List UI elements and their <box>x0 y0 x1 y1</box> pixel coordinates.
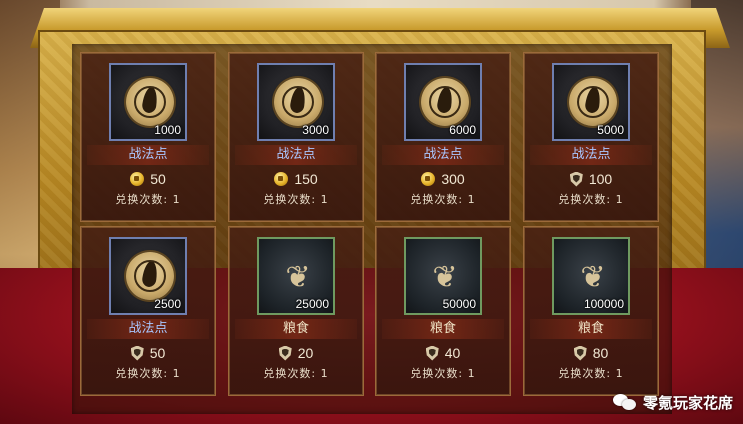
item-price: 50 <box>81 169 215 189</box>
shield-icon <box>569 171 583 187</box>
item-name: 战法点 <box>235 145 357 165</box>
item-quantity: 100000 <box>583 297 624 311</box>
coin-icon <box>421 172 436 186</box>
tactic-point-icon <box>274 78 322 126</box>
item-icon-frame: 3000 <box>257 63 335 141</box>
item-quantity: 2500 <box>154 297 181 311</box>
price-value: 300 <box>441 171 465 187</box>
item-price: 20 <box>229 343 363 363</box>
exchange-shop-panel: 1000 战法点 50 兑换次数: 1 3000 战法点 150 兑换次数: 1… <box>72 44 672 414</box>
item-price: 150 <box>229 169 363 189</box>
watermark: 零氪玩家花席 <box>612 388 733 416</box>
shop-item-card[interactable]: 6000 战法点 300 兑换次数: 1 <box>375 52 511 222</box>
shield-icon <box>425 345 439 361</box>
wechat-icon <box>612 392 637 412</box>
coin-icon <box>130 172 145 186</box>
coin-icon <box>274 172 289 186</box>
shop-item-card[interactable]: 3000 战法点 150 兑换次数: 1 <box>228 52 364 222</box>
tactic-point-icon <box>421 78 469 126</box>
item-quantity: 1000 <box>154 123 181 137</box>
shop-item-card[interactable]: 5000 战法点 100 兑换次数: 1 <box>523 52 659 222</box>
exchange-limit: 兑换次数: 1 <box>115 367 181 380</box>
grain-icon: ❦ <box>285 259 311 295</box>
exchange-limit: 兑换次数: 1 <box>410 367 476 380</box>
item-icon-frame: 6000 <box>404 63 482 141</box>
grain-icon: ❦ <box>432 259 458 295</box>
shop-item-card[interactable]: ❦ 50000 粮食 40 兑换次数: 1 <box>375 226 511 396</box>
item-icon-frame: ❦ 25000 <box>257 237 335 315</box>
watermark-text: 零氪玩家花席 <box>642 393 733 412</box>
tactic-point-icon <box>126 78 174 126</box>
item-quantity: 25000 <box>295 297 329 311</box>
shield-icon <box>130 345 144 361</box>
item-quantity: 6000 <box>449 123 476 137</box>
price-value: 20 <box>297 345 314 361</box>
price-value: 50 <box>149 345 166 361</box>
exchange-limit: 兑换次数: 1 <box>558 367 624 380</box>
tactic-point-icon <box>569 78 617 126</box>
shop-item-card[interactable]: ❦ 25000 粮食 20 兑换次数: 1 <box>228 226 364 396</box>
item-icon-frame: 5000 <box>552 63 630 141</box>
item-price: 80 <box>524 343 658 363</box>
item-name: 粮食 <box>530 319 652 339</box>
item-quantity: 50000 <box>442 297 476 311</box>
shield-icon <box>278 345 292 361</box>
exchange-limit: 兑换次数: 1 <box>558 193 624 206</box>
item-name: 战法点 <box>530 145 652 165</box>
price-value: 100 <box>588 171 613 187</box>
price-value: 150 <box>294 171 318 187</box>
tactic-point-icon <box>126 252 174 300</box>
item-name: 粮食 <box>382 319 504 339</box>
item-price: 50 <box>81 343 215 363</box>
price-value: 50 <box>150 171 166 187</box>
item-icon-frame: ❦ 100000 <box>552 237 630 315</box>
item-quantity: 3000 <box>302 123 329 137</box>
exchange-limit: 兑换次数: 1 <box>263 193 329 206</box>
item-icon-frame: ❦ 50000 <box>404 237 482 315</box>
exchange-limit: 兑换次数: 1 <box>263 367 329 380</box>
price-value: 80 <box>592 345 609 361</box>
item-price: 40 <box>376 343 510 363</box>
shield-icon <box>573 345 587 361</box>
item-name: 粮食 <box>235 319 357 339</box>
shop-item-card[interactable]: 2500 战法点 50 兑换次数: 1 <box>80 226 216 396</box>
price-value: 40 <box>444 345 461 361</box>
exchange-limit: 兑换次数: 1 <box>115 193 181 206</box>
grain-icon: ❦ <box>580 259 606 295</box>
item-quantity: 5000 <box>597 123 624 137</box>
item-name: 战法点 <box>87 319 209 339</box>
item-icon-frame: 1000 <box>109 63 187 141</box>
item-price: 300 <box>376 169 510 189</box>
shop-item-card[interactable]: ❦ 100000 粮食 80 兑换次数: 1 <box>523 226 659 396</box>
item-price: 100 <box>524 169 658 189</box>
exchange-limit: 兑换次数: 1 <box>410 193 476 206</box>
item-icon-frame: 2500 <box>109 237 187 315</box>
shop-item-card[interactable]: 1000 战法点 50 兑换次数: 1 <box>80 52 216 222</box>
item-name: 战法点 <box>382 145 504 165</box>
item-name: 战法点 <box>87 145 209 165</box>
